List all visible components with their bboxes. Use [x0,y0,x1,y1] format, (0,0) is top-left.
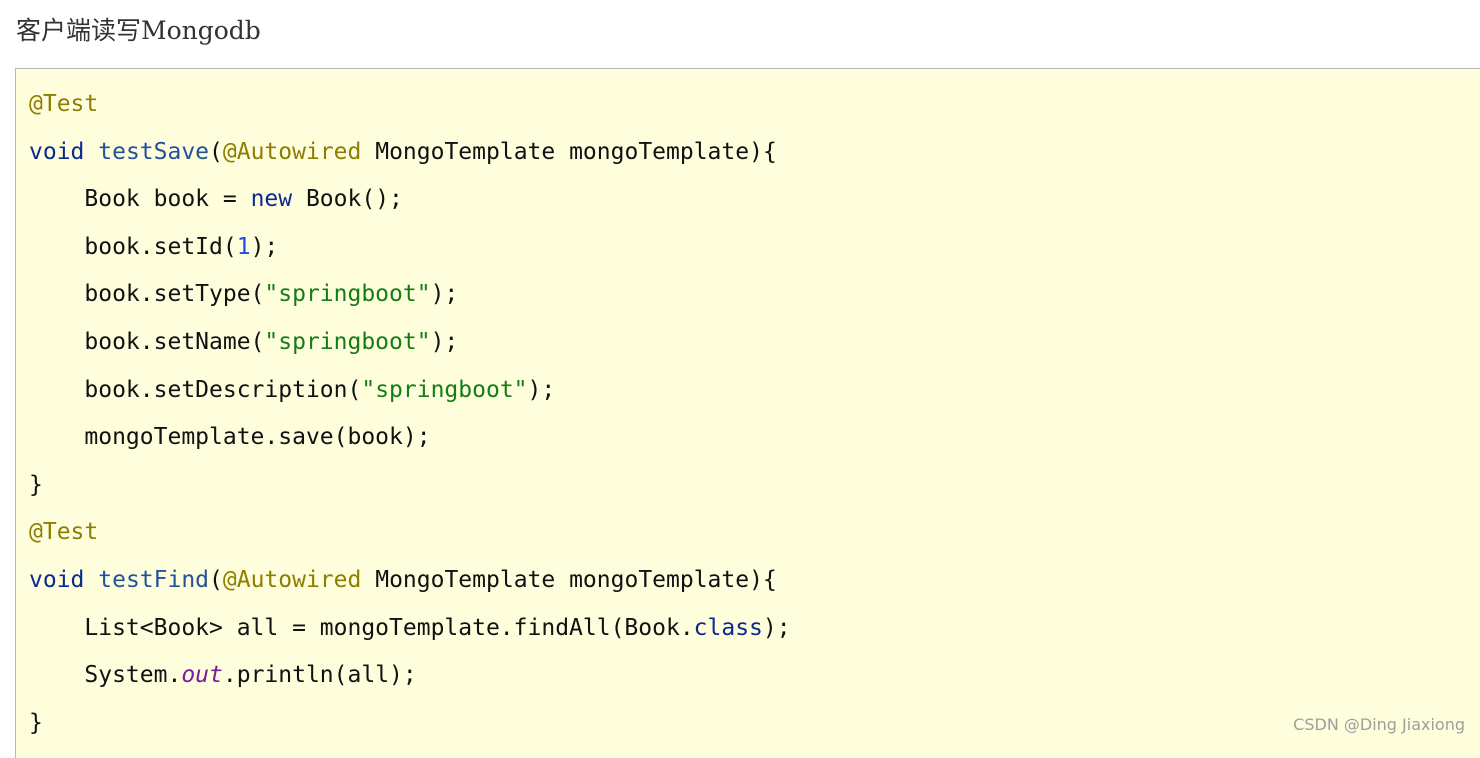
code-token-method: testSave [98,138,210,165]
code-line: System.out.println(all); [29,652,791,700]
code-token-plain: ); [430,328,459,355]
code-token-plain: MongoTemplate mongoTemplate){ [361,138,777,165]
code-line: book.setDescription("springboot"); [29,367,791,415]
code-line: book.setId(1); [29,224,791,272]
code-lines: @Test void testSave(@Autowired MongoTempl… [29,81,791,747]
code-token-plain: book.setType( [84,281,265,308]
code-token-plain: .println(all); [222,662,417,689]
code-token-plain: System. [84,662,182,689]
code-line: void testSave(@Autowired MongoTemplate m… [29,129,791,177]
code-line: @Test [29,81,791,129]
code-line: Book book = new Book(); [29,176,791,224]
code-line: } [29,462,791,510]
code-token-plain: mongoTemplate.save(book); [84,424,431,451]
code-token-plain: Book book = [84,186,251,213]
code-token-keyword: void [29,138,85,165]
code-token-plain: Book(); [292,186,403,213]
code-token-plain: book.setName( [84,328,265,355]
code-token-string: "springboot" [264,281,431,308]
code-token-plain: } [29,471,43,498]
code-token-annot: @Test [29,91,99,117]
code-line: book.setType("springboot"); [29,271,791,319]
code-token-annot: @Autowired [222,138,362,165]
code-token-keyword: class [693,614,763,641]
code-token-plain: book.setId( [84,233,237,260]
code-block: @Test void testSave(@Autowired MongoTempl… [15,68,1480,758]
code-token-plain: ); [527,376,556,403]
code-line: List<Book> all = mongoTemplate.findAll(B… [29,605,791,653]
code-line: book.setName("springboot"); [29,319,791,367]
code-token-plain: List<Book> all = mongoTemplate.findAll(B… [84,614,694,641]
code-token-plain: ); [430,281,459,308]
code-token-plain: ); [250,233,279,260]
code-token-method: testFind [98,566,210,593]
code-token-plain: } [29,709,43,736]
code-token-plain: MongoTemplate mongoTemplate){ [361,566,777,593]
code-token-plain: ); [762,614,791,641]
code-token-keyword: new [250,186,293,213]
code-token-plain: ( [209,566,223,593]
code-token-plain: book.setDescription( [84,376,362,403]
code-token-annot: @Autowired [222,566,362,593]
code-token-field: out [181,662,223,689]
watermark: CSDN @Ding Jiaxiong [1293,715,1465,734]
code-token-plain: ( [209,138,223,165]
code-token-keyword: void [29,566,85,593]
code-token-number: 1 [236,233,251,260]
code-token-annot: @Test [29,519,99,546]
code-line: void testFind(@Autowired MongoTemplate m… [29,557,791,605]
code-token-string: "springboot" [264,328,431,355]
page-heading: 客户端读写Mongodb [16,16,261,45]
code-token-string: "springboot" [361,376,528,403]
code-line: mongoTemplate.save(book); [29,414,791,462]
code-line: @Test [29,509,791,557]
code-line: } [29,700,791,748]
